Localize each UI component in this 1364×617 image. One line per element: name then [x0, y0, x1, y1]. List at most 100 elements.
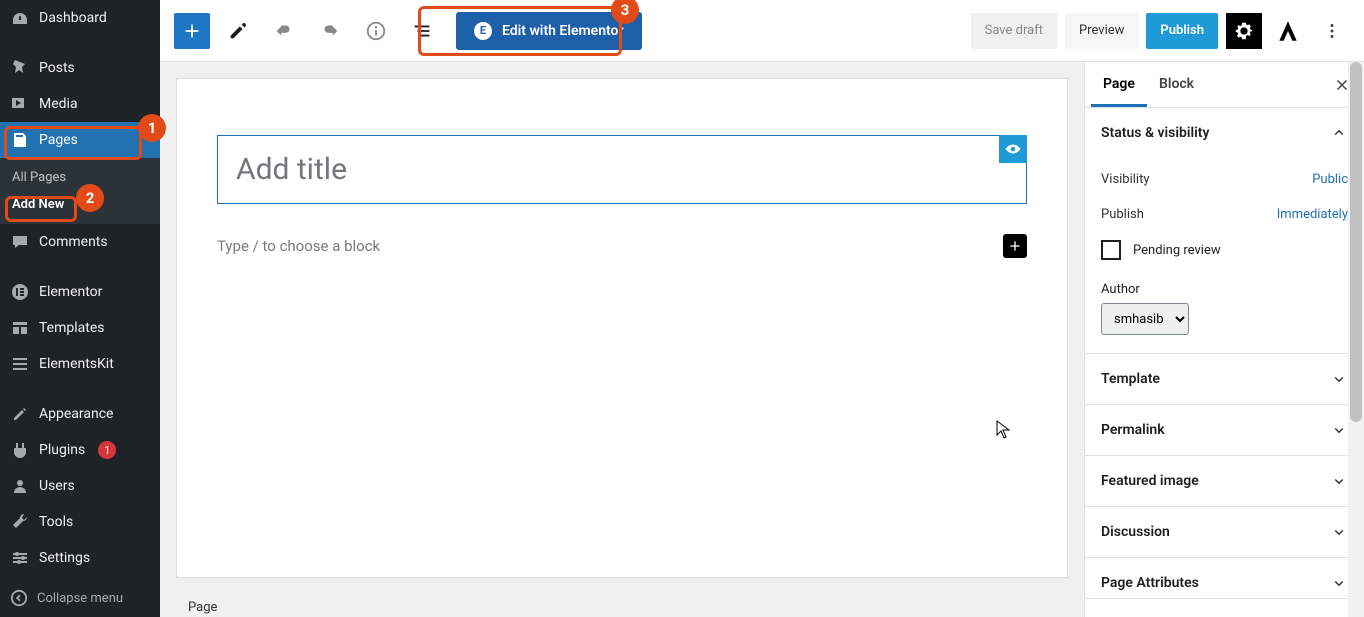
editor-canvas[interactable]: Type / to choose a block Page — [160, 62, 1084, 617]
sidebar-item-label: Appearance — [39, 406, 113, 422]
row-publish: Publish Immediately — [1101, 197, 1348, 232]
publish-button[interactable]: Publish — [1146, 13, 1218, 49]
author-label: Author — [1101, 282, 1348, 297]
scrollbar-thumb[interactable] — [1350, 62, 1362, 422]
save-draft-button[interactable]: Save draft — [971, 13, 1057, 49]
page-type-label: Page — [188, 600, 217, 615]
preview-label: Preview — [1079, 23, 1124, 38]
annotation-badge-1: 1 — [138, 114, 166, 142]
sidebar-item-comments[interactable]: Comments — [0, 224, 160, 260]
admin-sidebar: Dashboard Posts Media Pages All Pages Ad… — [0, 0, 160, 617]
section-title: Status & visibility — [1101, 125, 1209, 141]
comments-icon — [10, 232, 30, 252]
visibility-value[interactable]: Public — [1312, 172, 1348, 187]
publish-value[interactable]: Immediately — [1277, 207, 1348, 222]
edit-mode-button[interactable] — [220, 13, 256, 49]
section-header-discussion[interactable]: Discussion — [1085, 507, 1364, 557]
title-field-wrapper — [217, 135, 1027, 204]
checkbox-box — [1101, 240, 1121, 260]
section-header-template[interactable]: Template — [1085, 354, 1364, 404]
sidebar-item-dashboard[interactable]: Dashboard — [0, 0, 160, 36]
section-title: Discussion — [1101, 524, 1170, 540]
sidebar-item-users[interactable]: Users — [0, 468, 160, 504]
settings-panel: Page Block Status & visibility Visibilit… — [1084, 62, 1364, 617]
sidebar-item-pages[interactable]: Pages — [0, 122, 160, 158]
visibility-toggle[interactable] — [999, 135, 1027, 163]
chevron-down-icon — [1330, 574, 1348, 592]
visibility-label: Visibility — [1101, 172, 1312, 187]
tab-page[interactable]: Page — [1091, 62, 1147, 107]
collapse-menu[interactable]: Collapse menu — [0, 579, 160, 617]
author-select[interactable]: smhasib — [1101, 303, 1189, 335]
chevron-down-icon — [1330, 370, 1348, 388]
main-area: E Edit with Elementor Save draft Preview… — [160, 0, 1364, 617]
app-root: Dashboard Posts Media Pages All Pages Ad… — [0, 0, 1364, 617]
sidebar-item-label: Pages — [39, 132, 78, 148]
outline-button[interactable] — [404, 13, 440, 49]
section-title: Template — [1101, 371, 1160, 387]
section-permalink: Permalink — [1085, 405, 1364, 456]
undo-icon — [273, 20, 295, 42]
sidebar-item-appearance[interactable]: Appearance — [0, 396, 160, 432]
sidebar-item-settings[interactable]: Settings — [0, 540, 160, 576]
editor-area: Type / to choose a block Page Page Block — [160, 62, 1364, 617]
plus-icon — [1007, 238, 1023, 254]
preview-button[interactable]: Preview — [1065, 13, 1138, 49]
section-page-attributes: Page Attributes — [1085, 558, 1364, 599]
section-title: Featured image — [1101, 473, 1199, 489]
theme-button[interactable] — [1270, 13, 1306, 49]
sidebar-item-media[interactable]: Media — [0, 86, 160, 122]
pin-icon — [10, 58, 30, 78]
section-header-status[interactable]: Status & visibility — [1085, 108, 1364, 158]
section-discussion: Discussion — [1085, 507, 1364, 558]
body-placeholder[interactable]: Type / to choose a block — [217, 237, 1003, 255]
info-icon — [365, 20, 387, 42]
plugins-icon — [10, 440, 30, 460]
undo-button[interactable] — [266, 13, 302, 49]
appearance-icon — [10, 404, 30, 424]
info-button[interactable] — [358, 13, 394, 49]
block-insert-row: Type / to choose a block — [217, 234, 1027, 258]
collapse-label: Collapse menu — [37, 591, 123, 606]
page-card: Type / to choose a block — [176, 78, 1068, 578]
sidebar-item-label: Posts — [39, 60, 75, 76]
elementor-logo-icon: E — [474, 22, 492, 40]
sidebar-item-label: Users — [39, 478, 75, 494]
sidebar-item-templates[interactable]: Templates — [0, 310, 160, 346]
elementskit-icon — [10, 354, 30, 374]
more-options-button[interactable] — [1314, 13, 1350, 49]
sidebar-item-label: Elementor — [39, 284, 102, 300]
sidebar-item-label: Media — [39, 96, 78, 112]
sidebar-item-tools[interactable]: Tools — [0, 504, 160, 540]
elementor-button-label: Edit with Elementor — [502, 23, 624, 39]
section-header-featured[interactable]: Featured image — [1085, 456, 1364, 506]
vertical-scrollbar[interactable] — [1348, 62, 1364, 617]
publish-label: Publish — [1101, 207, 1277, 222]
sidebar-item-label: Dashboard — [39, 10, 107, 26]
dashboard-icon — [10, 8, 30, 28]
pending-label: Pending review — [1133, 243, 1221, 258]
section-header-attributes[interactable]: Page Attributes — [1085, 558, 1364, 598]
section-status-visibility: Status & visibility Visibility Public Pu… — [1085, 108, 1364, 354]
settings-toggle-button[interactable] — [1226, 13, 1262, 49]
sidebar-item-elementskit[interactable]: ElementsKit — [0, 346, 160, 382]
section-header-permalink[interactable]: Permalink — [1085, 405, 1364, 455]
section-title: Page Attributes — [1101, 575, 1199, 591]
submenu-all-pages[interactable]: All Pages — [0, 164, 78, 191]
submenu-add-new[interactable]: Add New — [0, 191, 76, 218]
tab-block[interactable]: Block — [1147, 62, 1206, 107]
settings-icon — [10, 548, 30, 568]
editor-topbar: E Edit with Elementor Save draft Preview… — [160, 0, 1364, 62]
add-block-button[interactable] — [174, 13, 210, 49]
sidebar-item-elementor[interactable]: Elementor — [0, 274, 160, 310]
gear-icon — [1233, 20, 1255, 42]
media-icon — [10, 94, 30, 114]
pending-review-checkbox[interactable]: Pending review — [1101, 232, 1348, 268]
redo-button[interactable] — [312, 13, 348, 49]
row-visibility: Visibility Public — [1101, 162, 1348, 197]
title-input[interactable] — [236, 152, 1008, 187]
sidebar-item-posts[interactable]: Posts — [0, 50, 160, 86]
sidebar-item-plugins[interactable]: Plugins 1 — [0, 432, 160, 468]
section-template: Template — [1085, 354, 1364, 405]
add-block-inline-button[interactable] — [1003, 234, 1027, 258]
